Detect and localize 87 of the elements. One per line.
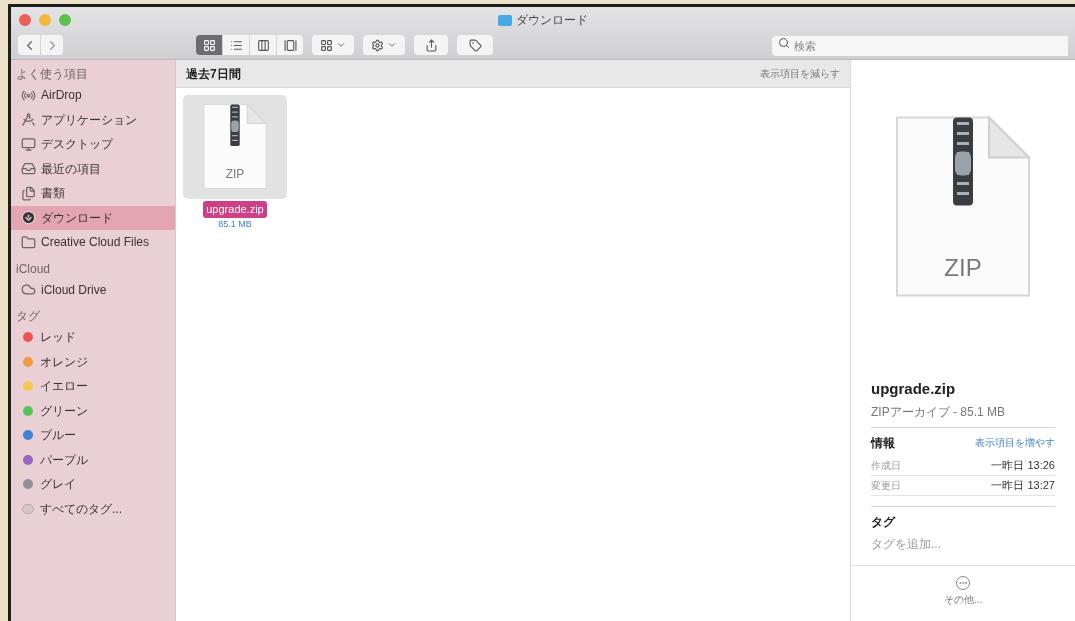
compass-icon	[21, 112, 36, 128]
tray-icon	[21, 161, 36, 177]
group-title: 過去7日間	[186, 65, 241, 83]
all-tags-icon	[22, 503, 34, 514]
sidebar-item[interactable]: すべてのタグ...	[11, 496, 175, 521]
sidebar-item-label: iCloud Drive	[41, 281, 107, 299]
sidebar-item-label: ブルー	[40, 427, 76, 445]
gallery-icon	[283, 38, 297, 52]
list-icon	[229, 38, 243, 52]
file-type-label: ZIP	[224, 166, 246, 183]
info-label: 変更日	[871, 478, 901, 493]
sidebar-item-label: 最近の項目	[41, 160, 101, 178]
view-mode-button[interactable]	[196, 35, 222, 55]
sidebar-item-label: Creative Cloud Files	[41, 234, 150, 252]
sidebar-item[interactable]: Creative Cloud Files	[11, 230, 175, 255]
sidebar-section-title: よく使う項目	[15, 66, 89, 83]
folder-icon	[21, 234, 36, 250]
download-icon	[21, 210, 36, 226]
sidebar-item[interactable]: デスクトップ	[11, 132, 175, 157]
folder-icon	[498, 14, 512, 26]
sidebar-item[interactable]: イエロー	[11, 374, 175, 399]
sidebar-item-label: ダウンロード	[41, 209, 113, 227]
sidebar-item-label: オレンジ	[40, 353, 88, 371]
sidebar-item-label: AirDrop	[41, 87, 82, 105]
sidebar-item-label: グレイ	[40, 476, 76, 494]
info-title: 情報	[871, 434, 895, 452]
settings-icon	[371, 38, 384, 52]
sidebar-item[interactable]: アプリケーション	[11, 107, 175, 132]
group-button[interactable]	[312, 35, 354, 55]
sidebar-item[interactable]: グレイ	[11, 472, 175, 497]
more-button[interactable]: その他...	[943, 575, 983, 607]
sidebar-item-label: グリーン	[40, 402, 88, 420]
sidebar-section-title: iCloud	[15, 260, 52, 278]
view-mode-button[interactable]	[277, 35, 303, 55]
file-size: 85.1 MB	[218, 217, 252, 231]
view-mode-button[interactable]	[250, 35, 276, 55]
monitor-icon	[21, 136, 36, 152]
caret-icon	[387, 40, 397, 50]
window-title: ダウンロード	[516, 12, 588, 29]
cloud-icon	[21, 282, 36, 298]
sidebar-item[interactable]: 書類	[11, 181, 175, 206]
tag-icon	[468, 38, 482, 52]
sidebar-item[interactable]: レッド	[11, 325, 175, 350]
show-less-link[interactable]: 表示項目を減らす	[760, 66, 840, 81]
info-value: 一昨日 13:27	[991, 477, 1055, 493]
back-button[interactable]	[18, 35, 40, 55]
file-tile[interactable]: ZIP	[183, 95, 287, 199]
share-icon	[424, 38, 438, 52]
tag-button[interactable]	[457, 35, 493, 55]
zip-file-icon	[202, 103, 268, 191]
zip-file-icon	[893, 115, 1033, 300]
sidebar-item[interactable]: グリーン	[11, 398, 175, 423]
show-more-link[interactable]: 表示項目を増やす	[975, 435, 1055, 450]
preview-file-name: upgrade.zip	[871, 379, 957, 399]
sidebar-item[interactable]: ブルー	[11, 423, 175, 448]
sidebar-item-label: パープル	[40, 451, 88, 469]
sidebar-section-title: タグ	[15, 308, 41, 325]
sidebar-item-label: 書類	[41, 185, 65, 203]
action-button[interactable]	[363, 35, 405, 55]
sidebar-item[interactable]: パープル	[11, 447, 175, 472]
forward-button[interactable]	[41, 35, 63, 55]
share-button[interactable]	[414, 35, 448, 55]
sidebar-item[interactable]: 最近の項目	[11, 156, 175, 181]
sidebar-item-label: すべてのタグ...	[40, 500, 122, 518]
sidebar-item-label: レッド	[40, 329, 76, 347]
info-label: 作成日	[871, 458, 901, 473]
sidebar-item-label: アプリケーション	[41, 111, 137, 129]
grid-icon	[320, 38, 333, 52]
grid-icon	[202, 38, 216, 52]
documents-icon	[21, 185, 36, 201]
preview-subtitle: ZIPアーカイブ - 85.1 MB	[871, 402, 1055, 428]
close-button[interactable]	[19, 14, 31, 26]
sidebar-item[interactable]: ダウンロード	[11, 205, 175, 230]
file-type-label: ZIP	[943, 253, 983, 283]
search-field[interactable]: 検索	[772, 36, 1068, 56]
sidebar-item[interactable]: AirDrop	[11, 83, 175, 108]
sidebar-item-label: デスクトップ	[41, 136, 113, 154]
file-name: upgrade.zip	[203, 201, 267, 218]
search-icon	[778, 37, 790, 49]
sidebar-item[interactable]: オレンジ	[11, 349, 175, 374]
info-value: 一昨日 13:26	[991, 457, 1055, 473]
columns-icon	[256, 38, 270, 52]
tags-title: タグ	[871, 513, 897, 531]
view-mode-button[interactable]	[223, 35, 249, 55]
sidebar-item[interactable]: iCloud Drive	[11, 277, 175, 302]
caret-icon	[336, 40, 346, 50]
sidebar-item-label: イエロー	[40, 378, 88, 396]
